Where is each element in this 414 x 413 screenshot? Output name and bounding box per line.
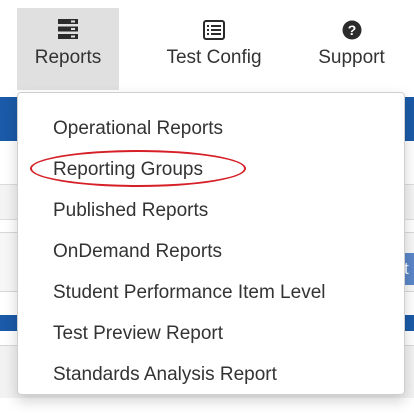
nav-support[interactable]: ? Support: [300, 8, 403, 90]
menu-item-published-reports[interactable]: Published Reports: [53, 200, 208, 222]
help-icon: ?: [342, 8, 362, 40]
nav-reports-label: Reports: [34, 47, 102, 68]
server-icon: [57, 8, 79, 40]
menu-item-test-preview-report[interactable]: Test Preview Report: [53, 323, 223, 345]
top-navigation: Reports Test Config ? Support: [0, 0, 414, 90]
nav-reports[interactable]: Reports: [17, 8, 119, 90]
menu-item-operational-reports[interactable]: Operational Reports: [53, 118, 223, 140]
nav-test-config[interactable]: Test Config: [152, 8, 276, 90]
svg-text:?: ?: [347, 22, 356, 38]
nav-test-config-label: Test Config: [166, 47, 262, 68]
menu-item-student-performance-item-level[interactable]: Student Performance Item Level: [53, 282, 325, 304]
menu-item-reporting-groups[interactable]: Reporting Groups: [53, 159, 203, 181]
list-icon: [203, 8, 225, 40]
menu-item-standards-analysis-report[interactable]: Standards Analysis Report: [53, 364, 277, 386]
nav-support-label: Support: [318, 47, 385, 68]
reports-dropdown-menu: Operational Reports Reporting Groups Pub…: [17, 92, 405, 395]
menu-item-ondemand-reports[interactable]: OnDemand Reports: [53, 241, 222, 263]
